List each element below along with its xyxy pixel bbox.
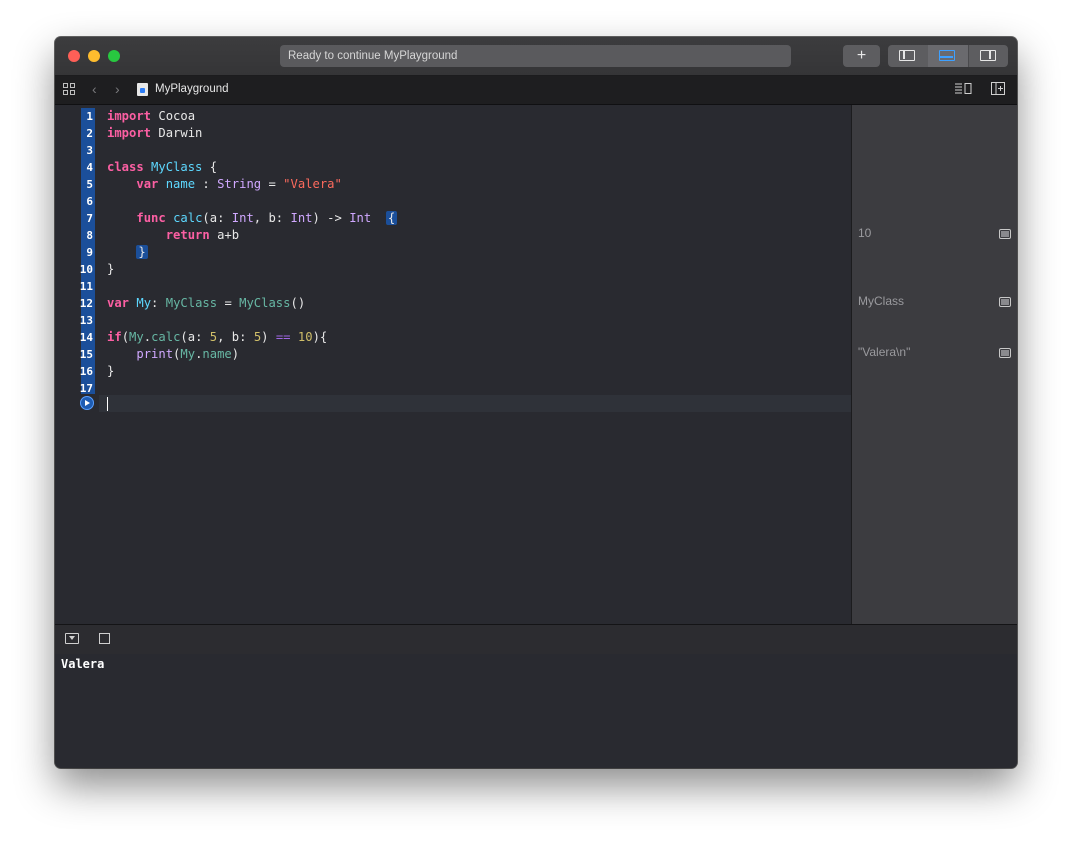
zoom-window-button[interactable] [108, 50, 120, 62]
console-output: Valera [61, 657, 105, 671]
line-number[interactable]: 11 [73, 278, 95, 295]
add-editor-icon[interactable] [991, 82, 1009, 97]
current-line-highlight [99, 395, 851, 412]
result-value: 10 [858, 226, 872, 240]
line-number[interactable]: 2 [73, 125, 95, 142]
breadcrumb-file-name[interactable]: MyPlayground [155, 83, 229, 95]
run-playground-button[interactable] [80, 396, 94, 410]
code-line: class MyClass { [107, 160, 218, 174]
quick-look-icon[interactable] [999, 348, 1011, 358]
back-chevron-icon[interactable]: ‹ [92, 81, 97, 97]
right-panel-icon [980, 50, 996, 61]
minimize-window-button[interactable] [88, 50, 100, 62]
panel-toggle-segment [888, 45, 1008, 67]
code-line: } [107, 364, 115, 378]
line-number[interactable]: 13 [73, 312, 95, 329]
console-toggle-icon[interactable] [99, 633, 110, 644]
line-number[interactable]: 15 [73, 346, 95, 363]
activity-status-field: Ready to continue MyPlayground [280, 45, 791, 67]
source-editor[interactable]: 1 2 3 4 5 6 7 8 9 10 11 12 13 14 15 16 17 import Cocoa i… [55, 105, 851, 624]
related-items-grid-icon[interactable] [63, 83, 77, 97]
code-line: var name : String = "Valera" [136, 177, 342, 191]
line-number[interactable]: 14 [73, 329, 95, 346]
jump-bar: ‹ › MyPlayground [55, 76, 1017, 105]
quick-look-icon[interactable] [999, 229, 1011, 239]
code-line: return a+b [165, 228, 240, 242]
code-line: func calc(a: Int, b: Int) -> Int { [136, 211, 398, 225]
line-number[interactable]: 1 [73, 108, 95, 125]
hide-debug-area-icon[interactable] [65, 633, 79, 644]
playground-file-icon [137, 83, 148, 96]
line-number[interactable]: 10 [73, 261, 95, 278]
text-cursor [107, 397, 108, 411]
code-line: } [136, 245, 148, 259]
line-number[interactable]: 4 [73, 159, 95, 176]
title-bar: Ready to continue MyPlayground + [55, 37, 1017, 76]
line-number[interactable]: 8 [73, 227, 95, 244]
console-output-area[interactable]: Valera [55, 654, 1017, 768]
quick-look-icon[interactable] [999, 297, 1011, 307]
close-window-button[interactable] [68, 50, 80, 62]
code-line: if(My.calc(a: 5, b: 5) == 10){ [107, 330, 328, 344]
result-value: "Valera\n" [858, 345, 911, 359]
line-number[interactable]: 5 [73, 176, 95, 193]
code-line: print(My.name) [136, 347, 240, 361]
toggle-navigator-button[interactable] [888, 45, 928, 67]
debug-bar [55, 624, 1017, 655]
line-number[interactable]: 9 [73, 244, 95, 261]
line-number[interactable]: 6 [73, 193, 95, 210]
line-number[interactable]: 17 [73, 380, 95, 397]
add-button[interactable]: + [843, 45, 880, 67]
line-number[interactable]: 3 [73, 142, 95, 159]
xcode-playground-window: Ready to continue MyPlayground + ‹ › MyP… [55, 37, 1017, 768]
result-value: MyClass [858, 294, 905, 308]
line-number-gutter: 1 2 3 4 5 6 7 8 9 10 11 12 13 14 15 16 17 [73, 108, 95, 397]
code-line: var My: MyClass = MyClass() [107, 296, 306, 310]
toggle-inspector-button[interactable] [968, 45, 1009, 67]
toggle-debug-area-button[interactable] [928, 45, 968, 67]
line-number[interactable]: 16 [73, 363, 95, 380]
left-panel-icon [899, 50, 915, 61]
code-line: import Darwin [107, 126, 203, 140]
code-text[interactable]: import Cocoa import Darwin class MyClass… [107, 108, 398, 397]
line-number[interactable]: 7 [73, 210, 95, 227]
results-sidebar: 10 MyClass "Valera\n" [851, 105, 1017, 624]
bottom-panel-icon [939, 50, 955, 61]
forward-chevron-icon[interactable]: › [115, 81, 120, 97]
code-line: } [107, 262, 115, 276]
editor-options-icon[interactable] [955, 82, 973, 97]
line-number[interactable]: 12 [73, 295, 95, 312]
code-line: import Cocoa [107, 109, 196, 123]
